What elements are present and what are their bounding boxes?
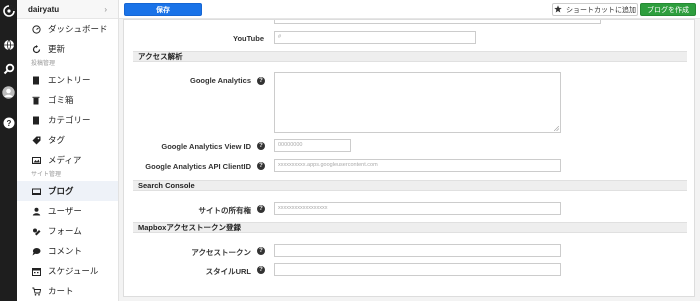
access-token-label: アクセストークン [191, 248, 251, 257]
settings-panel: YouTube # アクセス解析 Google Analytics ? Goog… [123, 19, 695, 297]
user-avatar[interactable] [1, 85, 16, 100]
chevron-right-icon: › [104, 4, 107, 14]
top-toolbar: 保存 ショートカットに追加 ブログを作成 [119, 0, 700, 19]
ga-client-id-label: Google Analytics API ClientID [145, 162, 251, 171]
sidebar-item-label: ユーザー [48, 206, 82, 216]
blog-icon [31, 186, 41, 196]
section-content-label: 投稿管理 [31, 61, 56, 67]
sidebar-item-trash[interactable]: ゴミ箱 [17, 90, 118, 110]
svg-text:?: ? [6, 119, 11, 128]
save-button[interactable]: 保存 [124, 3, 202, 16]
user-icon [31, 206, 41, 216]
add-shortcut-button[interactable]: ショートカットに追加 [552, 3, 638, 16]
search-icon[interactable] [1, 61, 16, 76]
sidebar-item-label: ゴミ箱 [48, 95, 74, 105]
sidebar-item-label: メディア [48, 155, 82, 165]
blog-name: dairyatu [28, 4, 60, 14]
create-blog-label: ブログを作成 [647, 6, 689, 14]
google-analytics-label: Google Analytics [190, 76, 251, 85]
sidebar-item-tag[interactable]: タグ [17, 130, 118, 150]
refresh-icon [31, 44, 41, 54]
section-site-label: サイト管理 [31, 172, 62, 178]
logo-icon[interactable] [1, 3, 16, 18]
ga-view-id-input[interactable]: 00000000 [274, 139, 351, 152]
sidebar-item-label: フォーム [48, 226, 82, 236]
icon-rail: ? [0, 0, 17, 301]
help-icon[interactable]: ? [1, 115, 16, 130]
entry-icon [31, 75, 41, 85]
site-ownership-label: サイトの所有権 [198, 206, 252, 215]
star-icon [554, 4, 562, 15]
create-blog-button[interactable]: ブログを作成 [640, 3, 696, 16]
help-icon[interactable]: ? [257, 205, 265, 213]
google-analytics-textarea[interactable] [274, 72, 561, 133]
section-mapbox: Mapboxアクセストークン登録 [133, 222, 687, 233]
dashboard-icon [31, 24, 41, 34]
site-ownership-input[interactable]: xxxxxxxxxxxxxxxxxx [274, 202, 561, 215]
sidebar-item-comment[interactable]: コメント [17, 241, 118, 261]
add-shortcut-label: ショートカットに追加 [566, 6, 636, 14]
ga-client-id-input[interactable]: xxxxxxxxxx.apps.googleusercontent.com [274, 159, 561, 172]
sidebar-item-entry[interactable]: エントリー [17, 70, 118, 90]
ga-view-id-label: Google Analytics View ID [161, 142, 251, 151]
youtube-label: YouTube [233, 34, 264, 43]
sidebar-item-media[interactable]: メディア [17, 150, 118, 170]
schedule-icon [31, 266, 41, 276]
sidebar-item-label: タグ [48, 135, 66, 145]
trash-icon [31, 95, 41, 105]
section-access-analytics: アクセス解析 [133, 51, 687, 62]
sidebar-item-dashboard[interactable]: ダッシュボード [17, 19, 118, 39]
sidebar-item-label: エントリー [48, 75, 91, 85]
sidebar-item-schedule[interactable]: スケジュール [17, 261, 118, 281]
help-icon[interactable]: ? [257, 162, 265, 170]
sidebar-item-user[interactable]: ユーザー [17, 201, 118, 221]
sidebar-item-cart[interactable]: カート [17, 281, 118, 301]
comment-icon [31, 246, 41, 256]
cart-icon [31, 286, 41, 296]
help-icon[interactable]: ? [257, 142, 265, 150]
sidebar-item-category[interactable]: カテゴリー [17, 110, 118, 130]
globe-icon[interactable] [1, 37, 16, 52]
style-url-label: スタイルURL [205, 267, 251, 276]
style-url-input[interactable] [274, 263, 561, 276]
section-search-console: Search Console [133, 180, 687, 191]
sidebar: dairyatu › ダッシュボード 更新 投稿管理 エントリー ゴミ箱 カテゴ… [17, 0, 119, 301]
sidebar-item-refresh[interactable]: 更新 [17, 39, 118, 59]
sidebar-item-label: カート [48, 286, 74, 296]
help-icon[interactable]: ? [257, 77, 265, 85]
access-token-input[interactable] [274, 244, 561, 257]
tag-icon [31, 135, 41, 145]
sidebar-item-form[interactable]: フォーム [17, 221, 118, 241]
youtube-input[interactable]: # [274, 31, 476, 44]
help-icon[interactable]: ? [257, 247, 265, 255]
form-icon [31, 226, 41, 236]
category-icon [31, 115, 41, 125]
resize-handle-icon[interactable] [554, 126, 559, 131]
sidebar-item-label: コメント [48, 246, 83, 256]
sidebar-item-label: 更新 [48, 44, 66, 54]
help-icon[interactable]: ? [257, 266, 265, 274]
previous-input-edge[interactable] [274, 20, 601, 24]
media-icon [31, 155, 41, 165]
sidebar-item-label: ダッシュボード [48, 24, 108, 34]
sidebar-item-label: スケジュール [48, 266, 99, 276]
blog-switcher[interactable]: dairyatu › [17, 0, 118, 19]
sidebar-item-label: ブログ [48, 186, 74, 196]
sidebar-item-blog[interactable]: ブログ [17, 181, 118, 201]
sidebar-item-label: カテゴリー [48, 115, 91, 125]
